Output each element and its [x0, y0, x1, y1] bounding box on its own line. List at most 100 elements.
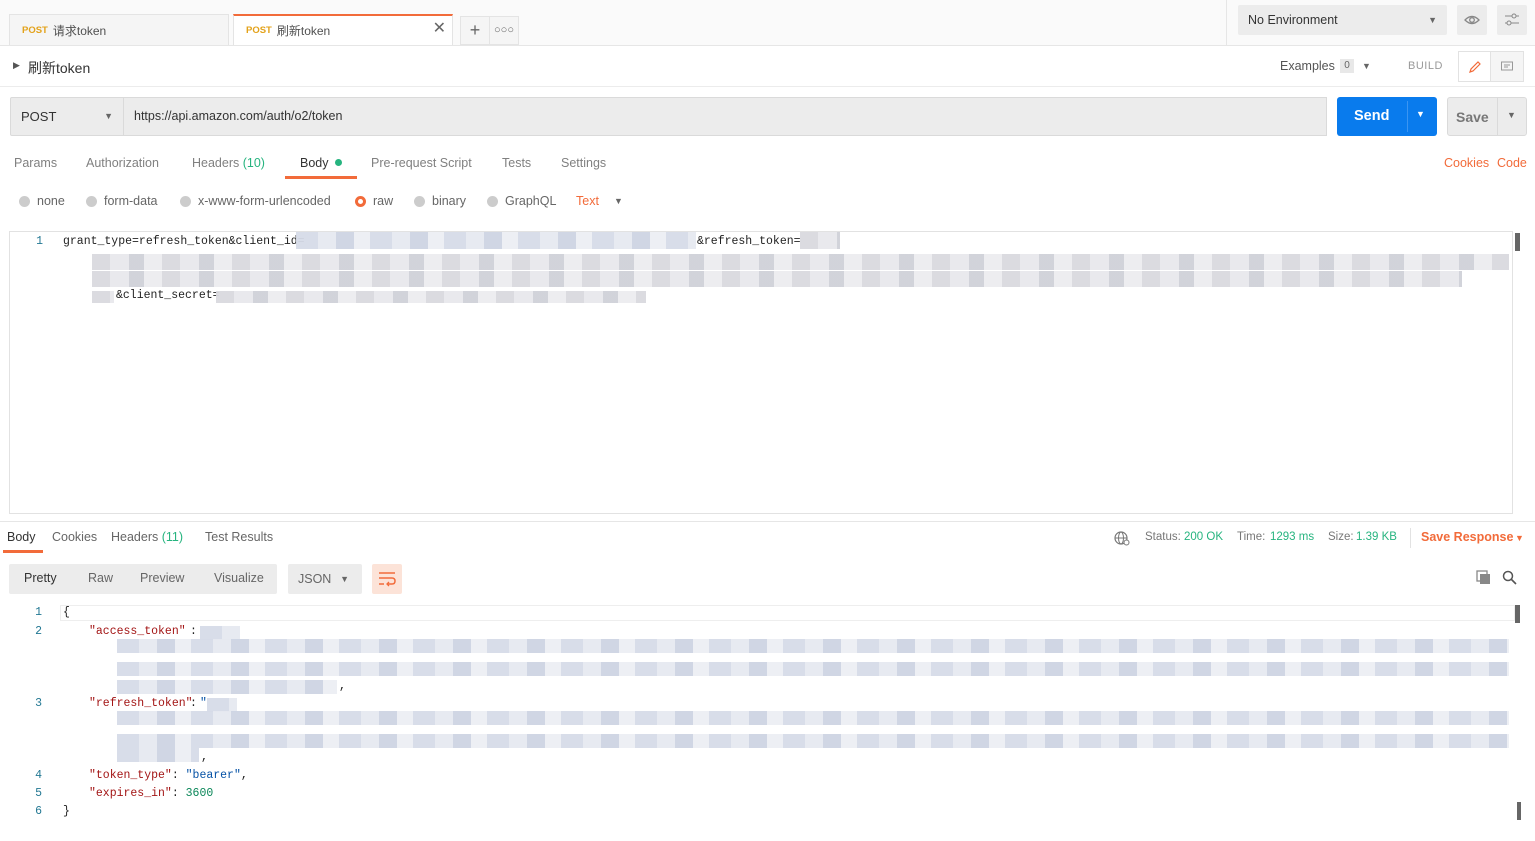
time-value[interactable]: 1293 ms	[1270, 531, 1314, 543]
chevron-down-icon[interactable]: ▼	[1515, 533, 1524, 543]
pencil-icon	[1469, 61, 1481, 73]
status-value: 200 OK	[1184, 531, 1223, 543]
view-raw[interactable]: Raw	[88, 571, 113, 585]
json-colon: :	[190, 625, 197, 638]
environment-quick-look-button[interactable]	[1457, 5, 1487, 35]
chevron-down-icon: ▼	[613, 196, 623, 206]
redacted-refresh-token-resp-line3	[117, 748, 199, 762]
json-key-access-token: "access_token"	[89, 625, 186, 638]
editor-scrollbar-thumb[interactable]	[1515, 233, 1520, 251]
tab-authorization[interactable]: Authorization	[86, 156, 159, 170]
redacted-access-token-line1	[117, 639, 1509, 653]
radio-dot	[180, 195, 191, 207]
response-tab-headers-label: Headers	[111, 530, 159, 544]
tab-headers-label: Headers	[192, 156, 240, 170]
active-tab-underline	[285, 176, 357, 179]
radio-label: binary	[432, 194, 467, 208]
current-line-highlight	[60, 605, 1515, 621]
radio-dot	[86, 195, 97, 207]
request-tab-1[interactable]: POST 请求token	[9, 14, 229, 45]
save-divider	[1497, 98, 1498, 135]
method-select[interactable]: POST ▼	[10, 97, 124, 136]
json-value-expires-in: 3600	[185, 787, 214, 800]
copy-icon[interactable]	[1476, 570, 1491, 585]
response-scrollbar-thumb-top[interactable]	[1515, 605, 1520, 623]
send-button[interactable]: Send ▼	[1337, 97, 1437, 136]
response-tab-test-results[interactable]: Test Results	[205, 530, 273, 544]
environment-label: No Environment	[1248, 13, 1338, 27]
redacted-access-token-line3	[117, 680, 337, 694]
redacted-refresh-token-resp-line1	[117, 711, 1509, 725]
size-value[interactable]: 1.39 KB	[1356, 531, 1397, 543]
redacted-client-secret	[216, 291, 646, 303]
format-label: JSON	[298, 572, 332, 586]
response-headers-count: (11)	[161, 530, 184, 544]
save-response-button[interactable]: Save Response	[1421, 530, 1513, 544]
view-pretty[interactable]: Pretty	[24, 571, 57, 585]
radio-form-data[interactable]: form-data	[86, 194, 158, 208]
save-button[interactable]: Save ▼	[1447, 97, 1527, 136]
response-tab-body[interactable]: Body	[7, 530, 36, 544]
redacted-access-token-start	[200, 626, 240, 640]
radio-urlencoded[interactable]: x-www-form-urlencoded	[180, 194, 331, 208]
redacted-refresh-token-resp-line2	[117, 734, 1509, 748]
request-tab-2[interactable]: POST 刷新token ✕	[233, 14, 453, 45]
wrap-icon	[379, 572, 396, 587]
tab-options-button[interactable]: ○○○	[489, 16, 519, 45]
tab-tests[interactable]: Tests	[502, 156, 531, 170]
wrap-lines-button[interactable]	[372, 564, 402, 594]
raw-type-select[interactable]: Text ▼	[576, 194, 623, 208]
body-text-grant-type: grant_type=refresh_token&client_id=	[63, 235, 305, 248]
json-open-brace: {	[63, 606, 70, 619]
json-line-token-type: "token_type": "bearer",	[89, 769, 248, 782]
line-number: 2	[35, 625, 42, 638]
close-icon[interactable]: ✕	[433, 21, 446, 37]
globe-icon[interactable]	[1114, 530, 1130, 546]
radio-raw[interactable]: raw	[355, 194, 393, 208]
tab-headers[interactable]: Headers (10)	[192, 156, 265, 170]
chevron-down-icon: ▼	[340, 574, 349, 584]
chevron-down-icon[interactable]: ▼	[1416, 109, 1425, 119]
manage-environments-button[interactable]	[1497, 5, 1527, 35]
code-link[interactable]: Code	[1497, 156, 1527, 170]
radio-none[interactable]: none	[19, 194, 65, 208]
radio-label: x-www-form-urlencoded	[198, 194, 331, 208]
response-scrollbar-thumb-bottom[interactable]	[1517, 802, 1521, 820]
comments-button[interactable]	[1491, 51, 1524, 82]
line-number: 1	[35, 606, 42, 619]
redacted-refresh-token-line2	[92, 271, 1462, 287]
method-label: POST	[21, 109, 57, 124]
redacted-client-id	[296, 232, 696, 249]
build-mode-label[interactable]: BUILD	[1408, 60, 1443, 72]
json-key-expires-in: "expires_in"	[89, 787, 172, 800]
caret-right-icon[interactable]: ▶	[13, 60, 20, 71]
size-label: Size:	[1328, 531, 1354, 543]
tab-body[interactable]: Body	[300, 156, 342, 170]
request-title[interactable]: 刷新token	[28, 58, 90, 78]
chevron-down-icon[interactable]: ▼	[1507, 110, 1516, 120]
view-visualize[interactable]: Visualize	[214, 571, 264, 585]
more-icon: ○○○	[494, 24, 514, 36]
examples-label[interactable]: Examples	[1280, 59, 1335, 73]
environment-select[interactable]: No Environment ▼	[1238, 5, 1447, 35]
url-input[interactable]: https://api.amazon.com/auth/o2/token	[124, 97, 1327, 136]
url-text: https://api.amazon.com/auth/o2/token	[134, 109, 343, 123]
json-comma: ,	[201, 751, 208, 764]
format-select[interactable]: JSON ▼	[288, 564, 362, 594]
response-tab-headers[interactable]: Headers (11)	[111, 530, 183, 544]
chevron-down-icon[interactable]: ▼	[1362, 61, 1371, 71]
json-colon: :	[190, 697, 197, 710]
tab-settings[interactable]: Settings	[561, 156, 606, 170]
radio-graphql[interactable]: GraphQL	[487, 194, 556, 208]
redacted-access-token-line2	[117, 662, 1509, 676]
new-tab-button[interactable]: +	[460, 16, 490, 45]
edit-button[interactable]	[1458, 51, 1491, 82]
radio-binary[interactable]: binary	[414, 194, 466, 208]
view-preview[interactable]: Preview	[140, 571, 184, 585]
cookies-link[interactable]: Cookies	[1444, 156, 1489, 170]
response-divider	[0, 521, 1535, 522]
tab-params[interactable]: Params	[14, 156, 57, 170]
search-icon[interactable]	[1502, 570, 1517, 585]
response-tab-cookies[interactable]: Cookies	[52, 530, 97, 544]
tab-prerequest-script[interactable]: Pre-request Script	[371, 156, 472, 170]
